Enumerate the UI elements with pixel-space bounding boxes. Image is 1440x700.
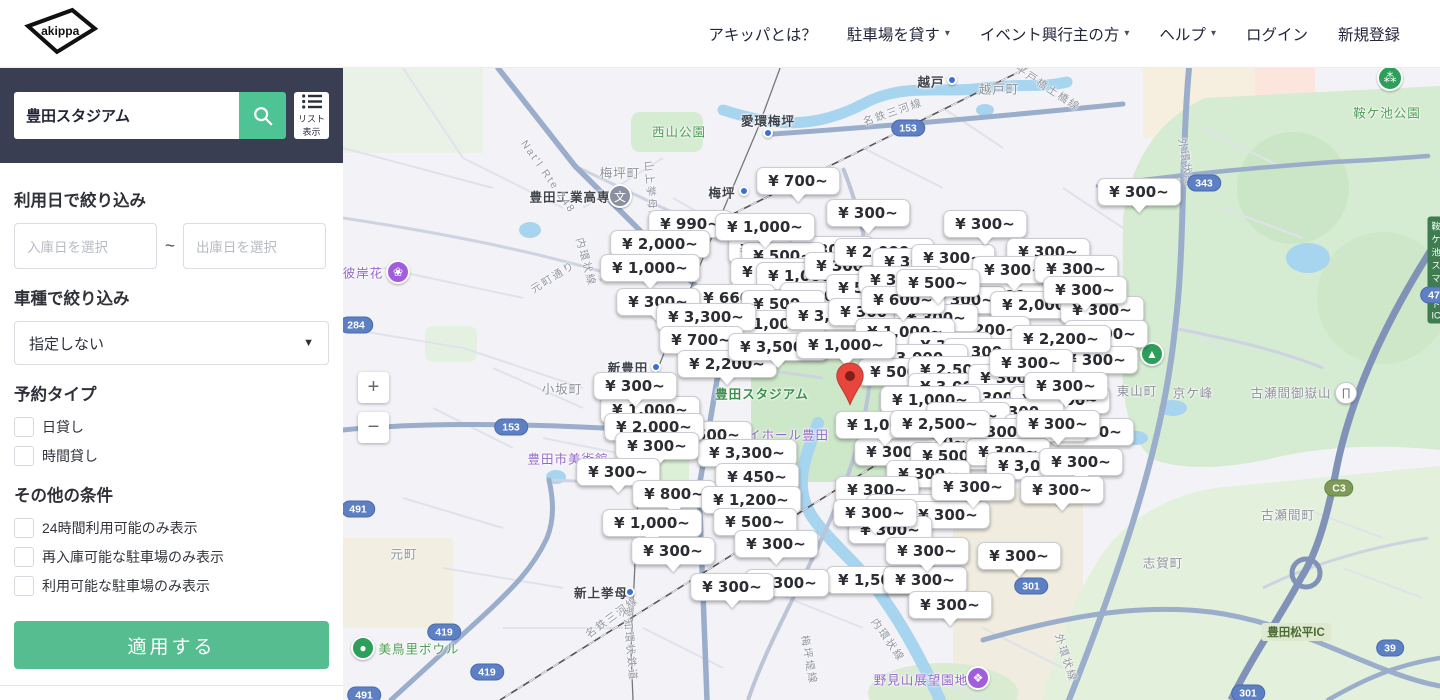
price-marker[interactable]: ¥ 300~ bbox=[1043, 276, 1127, 304]
nav-item-2[interactable]: イベント興行主の方▾ bbox=[980, 23, 1130, 45]
other-condition-checkbox-0[interactable] bbox=[14, 518, 34, 538]
car-type-select[interactable]: 指定しない ▼ bbox=[14, 321, 329, 365]
price-marker[interactable]: ¥ 1,000~ bbox=[600, 254, 700, 282]
other-condition-label-0: 24時間利用可能のみ表示 bbox=[42, 518, 198, 538]
nav-item-5[interactable]: 新規登録 bbox=[1338, 23, 1400, 45]
reservation-type-row-1[interactable]: 時間貸し bbox=[14, 446, 329, 466]
other-condition-row-2[interactable]: 利用可能な駐車場のみ表示 bbox=[14, 576, 329, 596]
car-type-value: 指定しない bbox=[29, 333, 104, 354]
akippa-logo[interactable]: akippa bbox=[24, 5, 98, 62]
price-marker[interactable]: ¥ 300~ bbox=[943, 210, 1027, 238]
chevron-down-icon: ▾ bbox=[1124, 28, 1129, 39]
price-marker[interactable]: ¥ 2,500~ bbox=[890, 410, 990, 438]
price-marker[interactable]: ¥ 300~ bbox=[1097, 178, 1181, 206]
other-condition-row-1[interactable]: 再入庫可能な駐車場のみ表示 bbox=[14, 547, 329, 567]
date-to-input[interactable]: 出庫日を選択 bbox=[183, 223, 326, 269]
price-marker[interactable]: ¥ 300~ bbox=[908, 591, 992, 619]
reservation-type-checkbox-1[interactable] bbox=[14, 446, 34, 466]
price-marker[interactable]: ¥ 300~ bbox=[826, 199, 910, 227]
sidebar-divider bbox=[0, 685, 343, 686]
date-separator: ~ bbox=[163, 236, 177, 256]
price-marker[interactable]: ¥ 300~ bbox=[885, 537, 969, 565]
nav-item-1[interactable]: 駐車場を貸す▾ bbox=[847, 23, 950, 45]
other-condition-label-2: 利用可能な駐車場のみ表示 bbox=[42, 576, 210, 596]
search-icon bbox=[252, 105, 274, 127]
date-section-title: 利用日で絞り込み bbox=[14, 187, 329, 211]
reservation-type-label-1: 時間貸し bbox=[42, 446, 98, 466]
filter-panel: 利用日で絞り込み 入庫日を選択 ~ 出庫日を選択 車種で絞り込み 指定しない ▼… bbox=[0, 163, 343, 669]
date-from-input[interactable]: 入庫日を選択 bbox=[14, 223, 157, 269]
zoom-out-button[interactable]: − bbox=[358, 412, 389, 443]
nav-item-3[interactable]: ヘルプ▾ bbox=[1159, 23, 1216, 45]
price-markers-layer: ¥ 500~¥ 300~¥ 500~¥ 300~¥ 1,000~¥ 300~¥ … bbox=[343, 68, 1440, 700]
top-navbar: akippa アキッパとは？ 駐車場を貸す▾ イベント興行主の方▾ ヘルプ▾ ログイン 新… bbox=[0, 0, 1440, 68]
price-marker[interactable]: ¥ 300~ bbox=[1024, 372, 1108, 400]
price-marker[interactable]: ¥ 300~ bbox=[734, 530, 818, 558]
price-marker[interactable]: ¥ 300~ bbox=[593, 372, 677, 400]
list-view-label: リスト表示 bbox=[294, 112, 329, 138]
reservation-type-title: 予約タイプ bbox=[14, 381, 329, 405]
search-input[interactable] bbox=[14, 92, 239, 139]
other-condition-options: 24時間利用可能のみ表示再入庫可能な駐車場のみ表示利用可能な駐車場のみ表示 bbox=[14, 518, 329, 596]
chevron-down-icon: ▾ bbox=[1211, 28, 1216, 39]
search-button[interactable] bbox=[239, 92, 286, 139]
price-marker[interactable]: ¥ 300~ bbox=[690, 573, 774, 601]
apply-button[interactable]: 適用する bbox=[14, 621, 329, 669]
reservation-type-row-0[interactable]: 日貸し bbox=[14, 417, 329, 437]
price-marker[interactable]: ¥ 700~ bbox=[756, 167, 840, 195]
sidebar: リスト表示 利用日で絞り込み 入庫日を選択 ~ 出庫日を選択 車種で絞り込み 指… bbox=[0, 68, 343, 700]
chevron-down-icon: ▾ bbox=[945, 28, 950, 39]
price-marker[interactable]: ¥ 300~ bbox=[1039, 448, 1123, 476]
car-section-title: 車種で絞り込み bbox=[14, 285, 329, 309]
chevron-down-icon: ▼ bbox=[303, 337, 314, 349]
price-marker[interactable]: ¥ 300~ bbox=[1016, 410, 1100, 438]
other-conditions-title: その他の条件 bbox=[14, 482, 329, 506]
price-marker[interactable]: ¥ 1,000~ bbox=[602, 509, 702, 537]
reservation-type-checkbox-0[interactable] bbox=[14, 417, 34, 437]
nav-item-0[interactable]: アキッパとは？ bbox=[708, 23, 817, 45]
list-icon bbox=[302, 94, 322, 109]
price-marker[interactable]: ¥ 300~ bbox=[631, 537, 715, 565]
price-marker[interactable]: ¥ 1,000~ bbox=[715, 213, 815, 241]
search-panel: リスト表示 bbox=[0, 68, 343, 163]
price-marker[interactable]: ¥ 300~ bbox=[615, 432, 699, 460]
map-canvas[interactable]: 豊田工業高専西山公園梅坪町梅坪愛環梅坪越戸越戸町市木町鞍ケ池公園東山町京ケ峰古瀬… bbox=[343, 68, 1440, 700]
list-view-button[interactable]: リスト表示 bbox=[294, 92, 329, 139]
other-condition-checkbox-1[interactable] bbox=[14, 547, 34, 567]
reservation-type-options: 日貸し時間貸し bbox=[14, 417, 329, 466]
reservation-type-label-0: 日貸し bbox=[42, 417, 84, 437]
price-marker[interactable]: ¥ 1,000~ bbox=[796, 331, 896, 359]
logo-text: akippa bbox=[41, 24, 79, 38]
nav-item-4[interactable]: ログイン bbox=[1246, 23, 1308, 45]
price-marker[interactable]: ¥ 300~ bbox=[1020, 476, 1104, 504]
other-condition-row-0[interactable]: 24時間利用可能のみ表示 bbox=[14, 518, 329, 538]
price-marker[interactable]: ¥ 300~ bbox=[833, 499, 917, 527]
price-marker[interactable]: ¥ 500~ bbox=[896, 269, 980, 297]
other-condition-checkbox-2[interactable] bbox=[14, 576, 34, 596]
zoom-in-button[interactable]: + bbox=[358, 372, 389, 403]
other-condition-label-1: 再入庫可能な駐車場のみ表示 bbox=[42, 547, 224, 567]
price-marker[interactable]: ¥ 300~ bbox=[977, 542, 1061, 570]
price-marker[interactable]: ¥ 300~ bbox=[931, 473, 1015, 501]
main-nav: アキッパとは？ 駐車場を貸す▾ イベント興行主の方▾ ヘルプ▾ ログイン 新規登録 bbox=[708, 23, 1440, 45]
